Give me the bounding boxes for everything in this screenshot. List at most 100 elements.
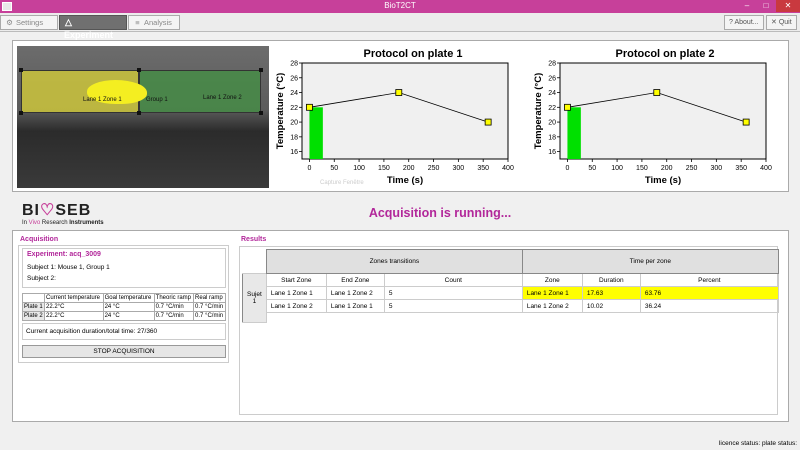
camera-view[interactable]: Lane 1 Zone 1 Group 1 Lane 1 Zone 2 — [17, 46, 269, 188]
data-point — [395, 89, 403, 96]
row-header: Plate 2 — [22, 311, 45, 321]
data-point — [484, 118, 492, 126]
y-tick-label: 22 — [290, 105, 298, 112]
tab-settings-label: Settings — [16, 18, 44, 27]
table-header: Start Zone — [265, 273, 327, 287]
tab-settings[interactable]: ⚙ Settings — [0, 15, 58, 30]
table-header: Goal temperature — [102, 293, 155, 303]
y-tick-label: 24 — [290, 90, 298, 97]
about-label: About... — [734, 19, 759, 26]
table-cell: 24 °C — [102, 302, 155, 312]
time-per-zone-header: Time per zone — [521, 249, 779, 274]
table-cell: 5 — [383, 299, 523, 313]
table-header: End Zone — [325, 273, 385, 287]
y-tick-label: 26 — [548, 75, 556, 82]
protocol-chart-plate-2: 0 50 100 150 200 250 300 350 400 16 18 20 22 24 26 28 Ti… — [533, 61, 772, 187]
maximize-button[interactable]: □ — [757, 0, 775, 12]
table-row: Plate 1 22.2°C 24 °C 0.7 °C/min 0.7 °C/m… — [22, 302, 226, 312]
subject-1-label: Subject 1: Mouse 1, Group 1 — [27, 264, 110, 271]
table-row: Lane 1 Zone 2 Lane 1 Zone 1 5 Lane 1 Zon… — [243, 299, 779, 313]
duration-readout: Current acquisition duration/total time:… — [22, 323, 226, 340]
table-header: Zone — [521, 273, 583, 287]
table-group-header-row: Zones transitions Time per zone — [242, 249, 779, 274]
zone-handle[interactable] — [19, 68, 23, 72]
tab-experiment-label: Experiment — [64, 30, 114, 40]
zones-transitions-header: Zones transitions — [265, 249, 523, 274]
zone-handle[interactable] — [259, 68, 263, 72]
table-cell: 0.7 °C/min — [193, 311, 226, 321]
zone-handle[interactable] — [19, 111, 23, 115]
table-cell: 24 °C — [102, 311, 155, 321]
zone-handle[interactable] — [137, 68, 141, 72]
row-header: Plate 1 — [22, 302, 45, 312]
x-tick-label: 300 — [711, 165, 723, 172]
table-row: Lane 1 Zone 1 Lane 1 Zone 2 5 Lane 1 Zon… — [243, 286, 779, 300]
table-cell: Lane 1 Zone 2 — [521, 299, 583, 313]
status-text: licence status: plate status: — [718, 440, 797, 447]
y-tick-label: 20 — [548, 120, 556, 127]
x-tick-label: 50 — [588, 165, 596, 172]
x-tick-label: 400 — [760, 165, 772, 172]
progress-fill — [567, 107, 581, 159]
table-cell: Lane 1 Zone 1 — [521, 286, 583, 300]
results-section-title: Results — [241, 236, 267, 243]
group-label: Group 1 — [146, 97, 168, 103]
stop-acquisition-button[interactable]: STOP ACQUISITION — [22, 345, 226, 358]
y-tick-label: 26 — [290, 75, 298, 82]
experiment-label: Experiment: acq_3009 — [27, 251, 101, 258]
y-tick-label: 18 — [290, 134, 298, 141]
zone-handle[interactable] — [259, 111, 263, 115]
quit-label: Quit — [778, 19, 792, 26]
x-axis-label: Time (s) — [387, 175, 423, 186]
quit-button[interactable]: ✕ Quit — [766, 15, 797, 30]
table-header: Duration — [581, 273, 641, 287]
about-button[interactable]: ? About... — [724, 15, 764, 30]
x-tick-label: 0 — [565, 165, 569, 172]
zone-1-label: Lane 1 Zone 1 — [83, 97, 122, 103]
y-tick-label: 18 — [548, 134, 556, 141]
protocol-chart-plate-1: 0 50 100 150 200 250 300 350 400 16 18 20 22 24 26 28 Ti… — [275, 61, 514, 187]
y-tick-label: 24 — [548, 90, 556, 97]
table-header-row: Sujet 1 Start Zone End Zone Count Zone D… — [242, 273, 779, 323]
experiment-box: Experiment: acq_3009 Subject 1: Mouse 1,… — [22, 248, 226, 288]
table-cell: 0.7 °C/min — [153, 302, 195, 312]
x-tick-label: 200 — [403, 165, 415, 172]
x-tick-label: 200 — [661, 165, 673, 172]
close-button[interactable]: ✕ — [776, 0, 800, 12]
status-bar: licence status: plate status: — [0, 438, 800, 450]
x-tick-label: 50 — [330, 165, 338, 172]
x-tick-label: 300 — [453, 165, 465, 172]
tab-analysis-label: Analysis — [144, 18, 172, 27]
zone-handle[interactable] — [137, 111, 141, 115]
table-header: Current temperature — [44, 293, 104, 303]
data-point — [306, 103, 313, 111]
subject-2-label: Subject 2: — [27, 275, 56, 282]
table-row: Plate 2 22.2°C 24 °C 0.7 °C/min 0.7 °C/m… — [22, 311, 226, 321]
plate-status-table: Current temperature Goal temperature The… — [22, 293, 226, 321]
x-tick-label: 150 — [378, 165, 390, 172]
tab-analysis[interactable]: ≡ Analysis — [128, 15, 180, 30]
bioseb-logo: BI♡SEB In Vivo Research Instruments — [22, 202, 104, 226]
table-cell: 17.63 — [581, 286, 641, 300]
x-tick-label: 250 — [686, 165, 698, 172]
table-header: Percent — [639, 273, 779, 287]
y-tick-label: 28 — [548, 61, 556, 68]
y-tick-label: 28 — [290, 61, 298, 68]
plot-area — [559, 62, 767, 160]
title-bar: BioT2CT – □ ✕ — [0, 0, 800, 13]
zone-2-overlay[interactable] — [139, 70, 261, 113]
table-header: Real ramp — [193, 293, 226, 303]
table-header-row: Current temperature Goal temperature The… — [22, 293, 226, 303]
minimize-button[interactable]: – — [738, 0, 756, 12]
table-cell: Lane 1 Zone 2 — [325, 286, 385, 300]
table-header — [22, 293, 45, 303]
table-cell: 22.2°C — [44, 302, 104, 312]
table-cell: 0.7 °C/min — [193, 302, 226, 312]
subject-row-header: Sujet 1 — [242, 273, 267, 323]
y-tick-label: 22 — [548, 105, 556, 112]
x-tick-label: 100 — [611, 165, 623, 172]
tab-experiment[interactable]: △ Experiment — [59, 15, 127, 40]
table-cell: 63.76 — [639, 286, 779, 300]
table-header: Theoric ramp — [153, 293, 195, 303]
progress-fill — [309, 107, 323, 159]
